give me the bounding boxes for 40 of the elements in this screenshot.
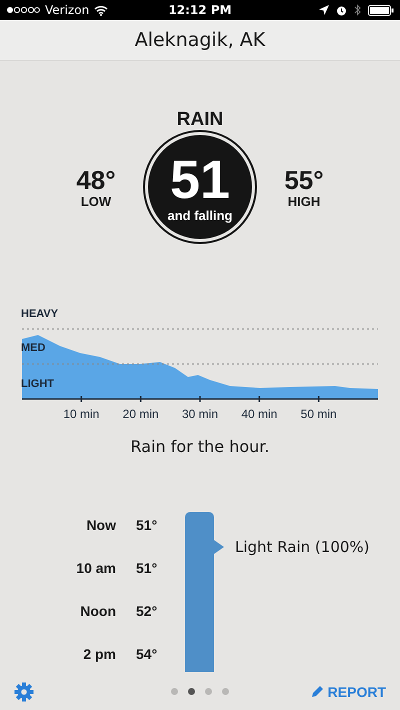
hour-temperature: 51° — [136, 560, 158, 576]
low-temperature: 48° — [76, 166, 116, 194]
tick-label: 20 min — [122, 407, 159, 421]
page-dot[interactable] — [171, 688, 178, 695]
bluetooth-icon — [354, 4, 361, 16]
page-dot[interactable] — [222, 688, 229, 695]
wifi-icon — [94, 4, 108, 16]
page-dot[interactable] — [205, 688, 212, 695]
tick-label: 50 min — [300, 407, 337, 421]
low-label: LOW — [80, 194, 112, 208]
hour-label: 2 pm — [82, 646, 116, 662]
carrier-name: Verizon — [45, 3, 90, 17]
tick-label: 10 min — [63, 407, 100, 421]
report-button[interactable]: REPORT — [310, 684, 386, 700]
high-label: HIGH — [288, 194, 320, 208]
location-title: Aleknagik, AK — [134, 29, 266, 51]
alarm-icon — [336, 4, 347, 16]
status-time: 12:12 PM — [168, 3, 232, 17]
current-temperature: 51 — [170, 152, 230, 208]
signal-icon — [6, 6, 40, 14]
hour-temperature: 52° — [136, 603, 158, 619]
tick-label: 40 min — [241, 407, 278, 421]
hour-temperature: 54° — [136, 646, 158, 662]
hour-label: Noon — [79, 603, 116, 619]
pencil-icon — [310, 685, 324, 699]
page-dot[interactable] — [188, 688, 195, 695]
pointer-icon — [214, 540, 224, 554]
condition-label: RAIN — [176, 109, 224, 131]
high-temperature: 55° — [284, 166, 324, 194]
settings-button[interactable] — [14, 682, 34, 702]
precipitation-label: Light Rain (100%) — [235, 538, 370, 556]
intensity-label: HEAVY — [21, 308, 58, 320]
tick-label: 30 min — [182, 407, 218, 421]
hour-temperature: 51° — [136, 517, 158, 533]
forecast-summary: Rain for the hour. — [130, 437, 270, 456]
battery-icon — [368, 4, 394, 16]
hour-label: 10 am — [75, 560, 116, 576]
hour-label: Now — [85, 517, 116, 533]
location-icon — [319, 5, 329, 15]
temperature-trend: and falling — [168, 208, 232, 222]
